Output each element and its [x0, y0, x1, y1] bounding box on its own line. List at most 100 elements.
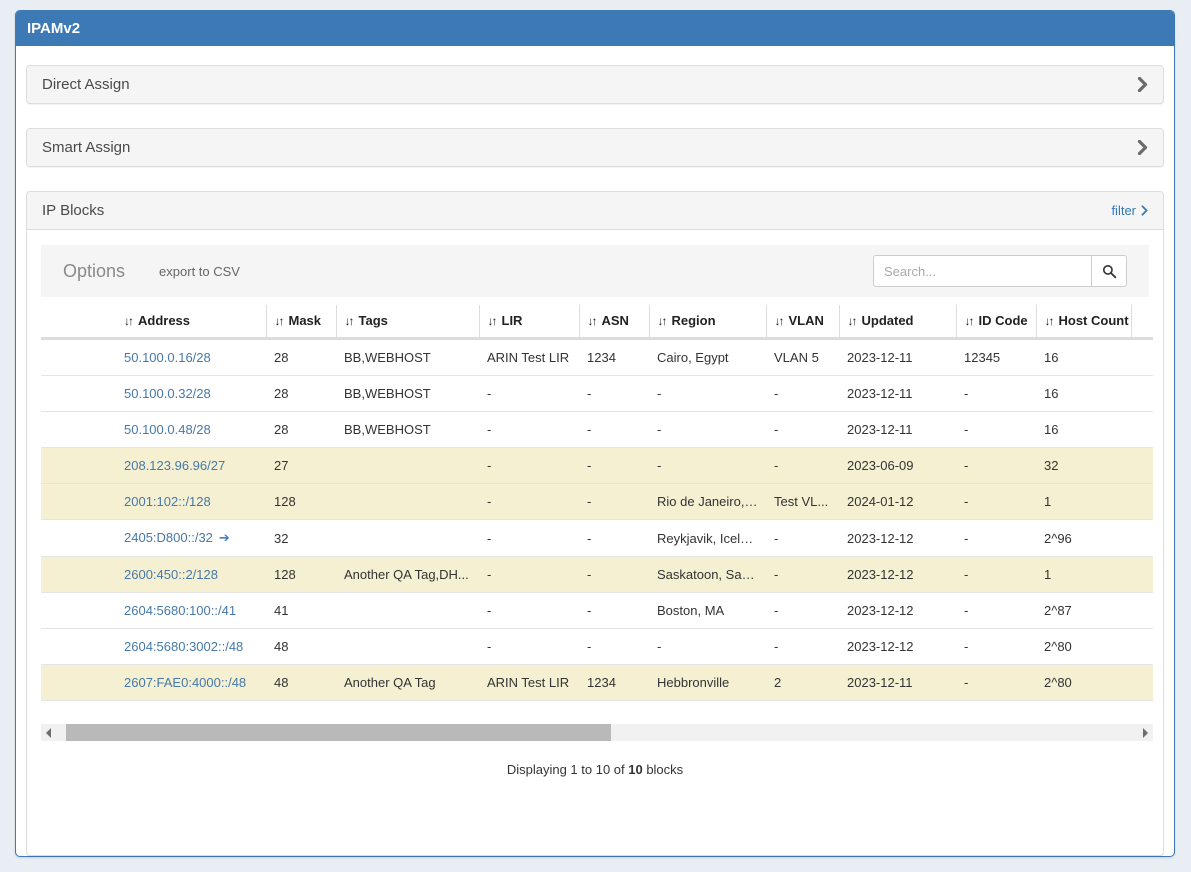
address-link[interactable]: 2001:102::/128: [124, 494, 211, 509]
table-row[interactable]: 2405:D800::/32➔ 32 - - Reykjavik, Icelan…: [41, 520, 1153, 557]
table-wrap: ↓↑Address ↓↑Mask ↓↑ Tags ↓↑LIR ↓↑ASN ↓↑Re…: [41, 305, 1149, 701]
lir-cell: -: [479, 376, 579, 412]
row-spacer-cell: [1131, 412, 1153, 448]
region-cell: Saskatoon, Sask...: [649, 557, 766, 593]
asn-cell: -: [579, 412, 649, 448]
column-header[interactable]: ↓↑ Updated: [839, 305, 956, 339]
column-header[interactable]: ↓↑LIR: [479, 305, 579, 339]
chevron-right-icon[interactable]: [1137, 140, 1148, 155]
sort-icon[interactable]: ↓↑: [1045, 314, 1053, 328]
vlan-cell: -: [766, 629, 839, 665]
row-arrow-icon: ➔: [219, 530, 230, 545]
smart-assign-header[interactable]: Smart Assign: [27, 129, 1163, 166]
lir-cell: -: [479, 412, 579, 448]
vlan-cell: -: [766, 376, 839, 412]
address-link[interactable]: 50.100.0.16/28: [124, 350, 211, 365]
row-spacer-cell: [1131, 520, 1153, 557]
region-cell: -: [649, 629, 766, 665]
table-row[interactable]: 208.123.96.96/27 27 - - - - 2023-06-09 -…: [41, 448, 1153, 484]
id-code-cell: 12345: [956, 339, 1036, 376]
column-header[interactable]: ↓↑Region: [649, 305, 766, 339]
vlan-cell: -: [766, 593, 839, 629]
direct-assign-header[interactable]: Direct Assign: [27, 66, 1163, 103]
column-label: Updated: [862, 313, 914, 328]
sort-icon[interactable]: ↓↑: [965, 314, 973, 328]
vlan-cell: -: [766, 520, 839, 557]
column-header[interactable]: ↓↑Address: [116, 305, 266, 339]
lir-cell: -: [479, 520, 579, 557]
region-cell: Boston, MA: [649, 593, 766, 629]
mask-cell: 48: [266, 665, 336, 701]
column-header[interactable]: ↓↑Mask: [266, 305, 336, 339]
id-code-cell: -: [956, 665, 1036, 701]
pagination-prefix: Displaying 1 to 10 of: [507, 762, 628, 777]
address-link[interactable]: 2604:5680:3002::/48: [124, 639, 243, 654]
row-spacer-cell: [1131, 484, 1153, 520]
filter-link[interactable]: filter: [1111, 203, 1148, 218]
header-spacer: [1131, 305, 1153, 339]
updated-cell: 2023-12-11: [839, 376, 956, 412]
column-header[interactable]: ↓↑ASN: [579, 305, 649, 339]
sort-icon[interactable]: ↓↑: [275, 314, 283, 328]
row-select-header: [41, 305, 116, 339]
host-count-cell: 1: [1036, 484, 1131, 520]
tags-cell: [336, 593, 479, 629]
table-row[interactable]: 50.100.0.32/28 28 BB,WEBHOST - - - - 202…: [41, 376, 1153, 412]
address-link[interactable]: 208.123.96.96/27: [124, 458, 225, 473]
table-body: 50.100.0.16/28 28 BB,WEBHOST ARIN Test L…: [41, 339, 1153, 701]
lir-cell: -: [479, 593, 579, 629]
mask-cell: 28: [266, 412, 336, 448]
chevron-right-icon[interactable]: [1137, 77, 1148, 92]
tags-cell: BB,WEBHOST: [336, 339, 479, 376]
table-row[interactable]: 2600:450::2/128 128 Another QA Tag,DH...…: [41, 557, 1153, 593]
export-csv-link[interactable]: export to CSV: [159, 264, 240, 279]
row-select-cell: [41, 593, 116, 629]
sort-icon[interactable]: ↓↑: [658, 314, 666, 328]
sort-icon[interactable]: ↓↑: [488, 314, 496, 328]
updated-cell: 2023-12-12: [839, 593, 956, 629]
sort-icon[interactable]: ↓↑: [124, 314, 132, 328]
asn-cell: -: [579, 484, 649, 520]
row-spacer-cell: [1131, 629, 1153, 665]
app-title: IPAMv2: [27, 20, 80, 37]
address-link[interactable]: 2604:5680:100::/41: [124, 603, 236, 618]
sort-icon[interactable]: ↓↑: [848, 314, 856, 328]
address-link[interactable]: 50.100.0.48/28: [124, 422, 211, 437]
table-row[interactable]: 50.100.0.48/28 28 BB,WEBHOST - - - - 202…: [41, 412, 1153, 448]
column-header[interactable]: ↓↑ID Code: [956, 305, 1036, 339]
address-link[interactable]: 2600:450::2/128: [124, 567, 218, 582]
table-row[interactable]: 2607:FAE0:4000::/48 48 Another QA Tag AR…: [41, 665, 1153, 701]
table-row[interactable]: 2001:102::/128 128 - - Rio de Janeiro, .…: [41, 484, 1153, 520]
address-link[interactable]: 2405:D800::/32: [124, 530, 213, 545]
sort-icon[interactable]: ↓↑: [345, 314, 353, 328]
horizontal-scrollbar[interactable]: [41, 724, 1153, 741]
direct-assign-title: Direct Assign: [42, 76, 130, 93]
column-header[interactable]: ↓↑ Tags: [336, 305, 479, 339]
column-label: Tags: [359, 313, 388, 328]
table-row[interactable]: 2604:5680:100::/41 41 - - Boston, MA - 2…: [41, 593, 1153, 629]
vlan-cell: 2: [766, 665, 839, 701]
scrollbar-thumb[interactable]: [66, 724, 611, 741]
column-header[interactable]: ↓↑Host Count: [1036, 305, 1131, 339]
row-select-cell: [41, 557, 116, 593]
asn-cell: -: [579, 376, 649, 412]
row-spacer-cell: [1131, 665, 1153, 701]
mask-cell: 128: [266, 557, 336, 593]
search-input[interactable]: [873, 255, 1092, 287]
scroll-right-arrow-icon[interactable]: [1143, 728, 1148, 738]
table-row[interactable]: 50.100.0.16/28 28 BB,WEBHOST ARIN Test L…: [41, 339, 1153, 376]
direct-assign-panel: Direct Assign: [26, 65, 1164, 104]
sort-icon[interactable]: ↓↑: [588, 314, 596, 328]
mask-cell: 41: [266, 593, 336, 629]
sort-icon[interactable]: ↓↑: [775, 314, 783, 328]
search-button[interactable]: [1092, 255, 1127, 287]
ip-blocks-header: IP Blocks filter: [27, 192, 1163, 229]
tags-cell: [336, 484, 479, 520]
search-group: [873, 255, 1127, 287]
table-row[interactable]: 2604:5680:3002::/48 48 - - - - 2023-12-1…: [41, 629, 1153, 665]
table-header-row: ↓↑Address ↓↑Mask ↓↑ Tags ↓↑LIR ↓↑ASN ↓↑Re…: [41, 305, 1153, 339]
address-link[interactable]: 50.100.0.32/28: [124, 386, 211, 401]
column-header[interactable]: ↓↑VLAN: [766, 305, 839, 339]
scroll-left-arrow-icon[interactable]: [46, 728, 51, 738]
address-link[interactable]: 2607:FAE0:4000::/48: [124, 675, 246, 690]
